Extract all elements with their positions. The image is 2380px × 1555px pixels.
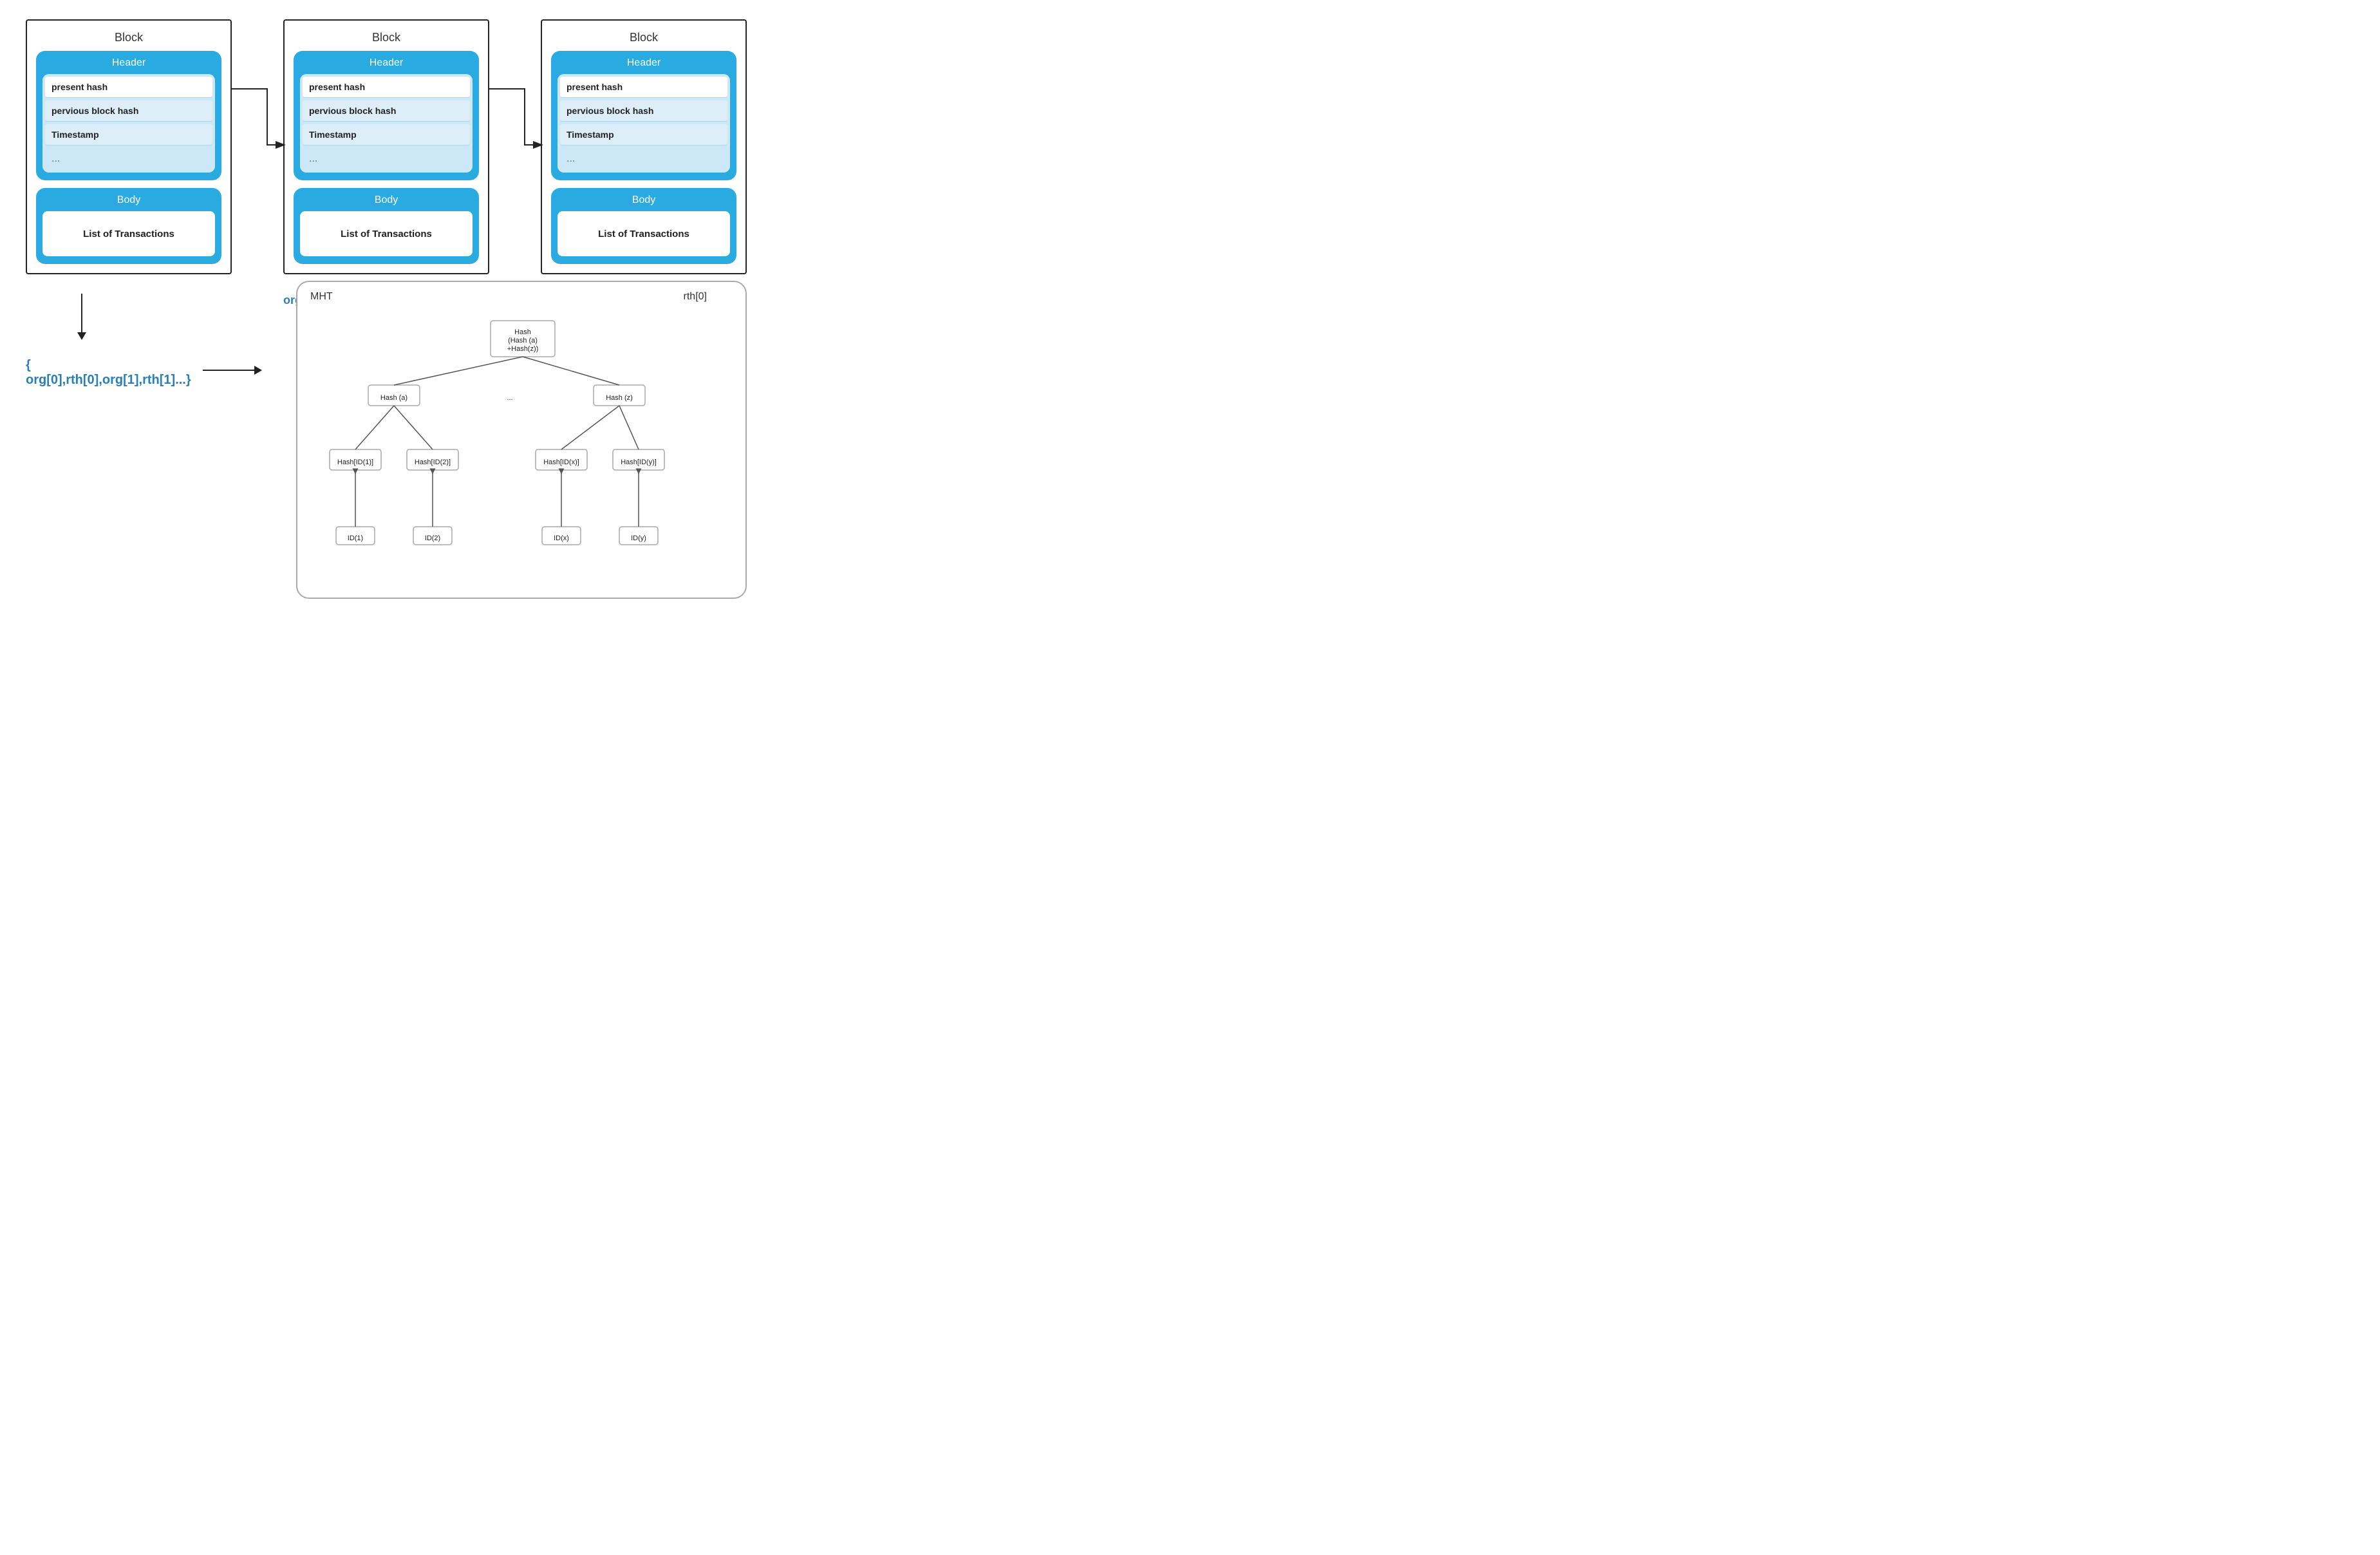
block-2-header-title: Header xyxy=(300,57,473,69)
svg-text:Hash[ID(y)]: Hash[ID(y)] xyxy=(621,458,657,466)
block-1-body-content: List of Transactions xyxy=(42,211,215,256)
svg-text:(Hash (a): (Hash (a) xyxy=(508,337,538,344)
block-2-timestamp: Timestamp xyxy=(303,124,470,146)
block-3-previous-hash: pervious block hash xyxy=(560,100,727,122)
block-2-header: Header present hash pervious block hash … xyxy=(294,51,479,180)
block-2-header-fields: present hash pervious block hash Timesta… xyxy=(300,74,473,173)
block-2: Block Header present hash pervious block… xyxy=(283,19,489,274)
block-3-ellipsis: ... xyxy=(560,148,727,170)
svg-text:Hash[ID(x)]: Hash[ID(x)] xyxy=(543,458,579,466)
block-3-header: Header present hash pervious block hash … xyxy=(551,51,736,180)
svg-text:...: ... xyxy=(507,394,512,402)
blocks-row: Block Header present hash pervious block… xyxy=(26,19,888,274)
bottom-section: { org[0],rth[0],org[1],rth[1]...} org[0]… xyxy=(26,294,888,599)
svg-text:+Hash(z)): +Hash(z)) xyxy=(507,345,539,353)
block-3-header-fields: present hash pervious block hash Timesta… xyxy=(558,74,730,173)
block-1-header: Header present hash pervious block hash … xyxy=(36,51,221,180)
block-3-header-title: Header xyxy=(558,57,730,69)
mht-container: MHT rth[0] Hash (Hash (a) xyxy=(296,281,747,599)
block-2-body: Body List of Transactions xyxy=(294,188,479,264)
block-3-title: Block xyxy=(551,31,736,44)
svg-text:Hash (z): Hash (z) xyxy=(606,394,633,402)
block-1-title: Block xyxy=(36,31,221,44)
svg-text:ID(2): ID(2) xyxy=(425,534,440,542)
block-1-present-hash: present hash xyxy=(45,77,212,98)
down-arrow-line xyxy=(81,294,82,332)
transaction-list-text: { org[0],rth[0],org[1],rth[1]...} xyxy=(26,358,191,388)
left-bottom: { org[0],rth[0],org[1],rth[1]...} xyxy=(26,294,270,388)
block-3-body-content: List of Transactions xyxy=(558,211,730,256)
block-1-header-fields: present hash pervious block hash Timesta… xyxy=(42,74,215,173)
connector-1-2 xyxy=(230,89,283,145)
block-2-body-title: Body xyxy=(300,194,473,206)
block-2-title: Block xyxy=(294,31,479,44)
diagram-container: Block Header present hash pervious block… xyxy=(0,0,901,612)
tree-svg: Hash (Hash (a) +Hash(z)) Hash (a) ... Ha… xyxy=(317,314,729,578)
block-2-previous-hash: pervious block hash xyxy=(303,100,470,122)
horiz-arrow-line xyxy=(203,370,254,371)
block-3-body: Body List of Transactions xyxy=(551,188,736,264)
block-3-body-title: Body xyxy=(558,194,730,206)
block-2-ellipsis: ... xyxy=(303,148,470,170)
block-2-present-hash: present hash xyxy=(303,77,470,98)
rth-label: rth[0] xyxy=(684,291,707,303)
block-1-previous-hash: pervious block hash xyxy=(45,100,212,122)
block-3: Block Header present hash pervious block… xyxy=(541,19,747,274)
down-arrow-head xyxy=(77,332,86,340)
svg-text:Hash[ID(1)]: Hash[ID(1)] xyxy=(337,458,373,466)
block-1-timestamp: Timestamp xyxy=(45,124,212,146)
block-1: Block Header present hash pervious block… xyxy=(26,19,232,274)
connector-2-3 xyxy=(488,89,541,145)
block-2-body-content: List of Transactions xyxy=(300,211,473,256)
svg-text:ID(y): ID(y) xyxy=(631,534,646,542)
block-1-header-title: Header xyxy=(42,57,215,69)
mht-wrapper: org[0] MHT rth[0] Hash xyxy=(290,281,747,599)
block-3-present-hash: present hash xyxy=(560,77,727,98)
horiz-arrow xyxy=(203,366,262,375)
block-1-body-title: Body xyxy=(42,194,215,206)
svg-text:Hash (a): Hash (a) xyxy=(380,394,408,402)
horiz-arrow-head xyxy=(254,366,262,375)
svg-text:Hash[ID(2)]: Hash[ID(2)] xyxy=(415,458,451,466)
down-arrow xyxy=(77,294,86,340)
svg-text:ID(x): ID(x) xyxy=(554,534,569,542)
block-1-body: Body List of Transactions xyxy=(36,188,221,264)
mht-title: MHT xyxy=(310,291,333,303)
svg-text:Hash: Hash xyxy=(514,328,531,336)
block-1-ellipsis: ... xyxy=(45,148,212,170)
svg-text:ID(1): ID(1) xyxy=(348,534,363,542)
block-3-timestamp: Timestamp xyxy=(560,124,727,146)
